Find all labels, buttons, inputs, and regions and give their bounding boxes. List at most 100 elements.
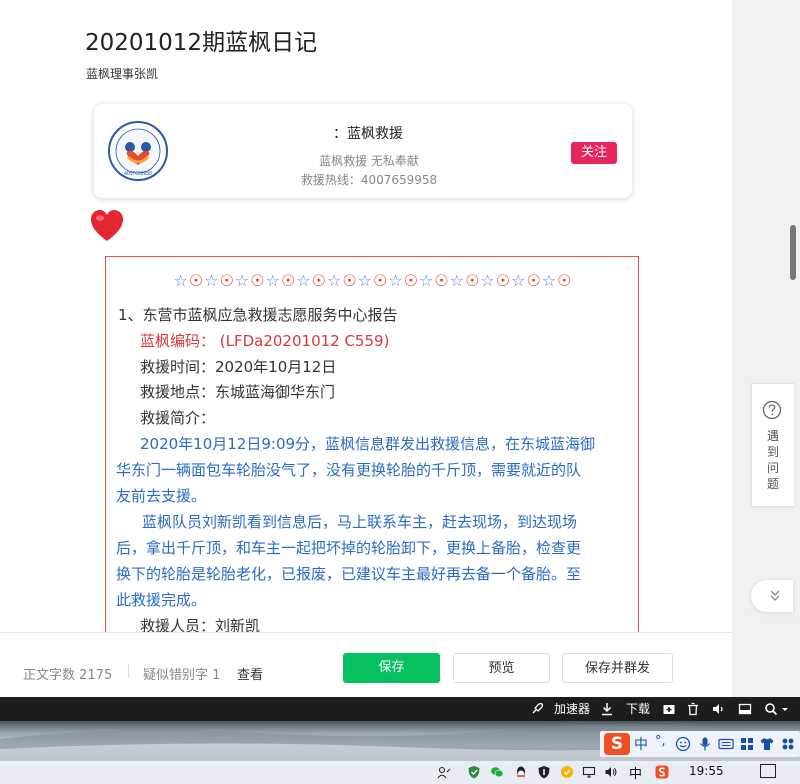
circle-glyph: ☉ xyxy=(311,271,327,290)
skin-shirt-icon[interactable] xyxy=(759,736,775,752)
window-icon[interactable] xyxy=(738,702,752,716)
star-glyph: ☆ xyxy=(511,271,527,290)
scrollbar-thumb[interactable] xyxy=(790,225,796,280)
star-glyph: ☆ xyxy=(296,271,312,290)
report-time: 救援时间：2020年10月12日 xyxy=(140,358,337,376)
report-paragraph-2-line-3: 换下的轮胎是轮胎老化，已报废，已建议车主最好再去备一个备胎。至 xyxy=(116,565,582,583)
collapse-button[interactable] xyxy=(751,580,793,612)
circle-glyph: ☉ xyxy=(465,271,481,290)
wechat-icon[interactable] xyxy=(490,765,504,779)
circle-glyph: ☉ xyxy=(280,271,297,290)
report-paragraph-1-line-2: 华东门一辆面包车轮胎没气了，没有更换轮胎的千斤顶，需要就近的队 xyxy=(116,461,582,479)
input-language-indicator[interactable]: 中 xyxy=(629,763,642,782)
heart-icon xyxy=(91,210,123,241)
star-glyph: ☆ xyxy=(357,271,373,290)
circle-glyph: ☉ xyxy=(526,271,542,290)
circle-glyph: ☉ xyxy=(250,271,266,290)
security-icon[interactable] xyxy=(537,765,551,779)
star-glyph: ☆ xyxy=(419,271,435,290)
star-glyph: ☆ xyxy=(204,271,220,290)
view-typos-link[interactable]: 查看 xyxy=(237,664,263,683)
star-glyph: ☆ xyxy=(388,271,404,290)
report-paragraph-2-line-4: 此救援完成。 xyxy=(116,591,207,609)
ime-punctuation[interactable]: °, xyxy=(655,734,666,749)
question-circle-icon xyxy=(762,400,782,420)
circle-glyph: ☉ xyxy=(403,271,420,290)
word-count: 正文字数 2175 xyxy=(23,668,113,683)
report-paragraph-2-line-2: 后，拿出千斤顶，和车主一起把坏掉的轮胎卸下，更换上备胎，检查更 xyxy=(116,539,582,557)
article-author[interactable]: 蓝枫理事张凯 xyxy=(86,65,158,82)
editor-area[interactable]: 20201012期蓝枫日记 蓝枫理事张凯 4007659958 ：蓝枫救援 蓝枫… xyxy=(0,0,732,632)
first-aid-icon[interactable] xyxy=(662,702,676,716)
circle-glyph: ☉ xyxy=(434,271,450,290)
follow-button[interactable]: 关注 xyxy=(571,142,617,164)
people-icon[interactable] xyxy=(437,765,451,779)
download-button[interactable]: 下载 xyxy=(624,697,652,721)
report-intro-label: 救援简介： xyxy=(140,409,216,427)
divider xyxy=(128,664,129,678)
sogou-logo[interactable]: S xyxy=(604,733,630,755)
search-icon[interactable] xyxy=(764,702,778,716)
account-logo: 4007659958 xyxy=(108,121,168,181)
star-glyph: ☆ xyxy=(541,271,558,290)
sogou-tray-icon[interactable] xyxy=(655,765,669,779)
star-glyph: ☆ xyxy=(480,271,496,290)
star-glyph: ☆ xyxy=(173,271,189,290)
save-button[interactable]: 保存 xyxy=(343,653,440,683)
volume-icon[interactable] xyxy=(711,702,725,716)
notification-icon[interactable] xyxy=(760,764,776,778)
circle-glyph: ☉ xyxy=(557,271,573,290)
rocket-icon[interactable] xyxy=(530,702,544,716)
taskbar-clock[interactable]: 19:55 xyxy=(689,764,724,778)
circle-glyph: ☉ xyxy=(373,271,389,290)
account-hotline: 救援热线：4007659958 xyxy=(300,173,438,187)
ime-toolbar: S 中 °, xyxy=(600,731,800,757)
star-glyph: ☆ xyxy=(234,271,251,290)
account-card: 4007659958 ：蓝枫救援 蓝枫救援 无私奉献 救援热线：40076599… xyxy=(94,104,632,198)
preview-button[interactable]: 预览 xyxy=(453,653,550,683)
account-name: ：蓝枫救援 xyxy=(333,126,403,142)
star-glyph: ☆ xyxy=(326,271,343,290)
report-code: 蓝枫编码： (LFDa20201012 C559) xyxy=(140,332,390,350)
report-paragraph-2-line-1: 蓝枫队员刘新凯看到信息后，马上联系车主，赶去现场，到达现场 xyxy=(142,513,578,531)
help-label: 遇到问题 xyxy=(766,429,779,491)
smile-icon[interactable] xyxy=(675,736,691,752)
circle-glyph: ☉ xyxy=(188,271,205,290)
page: 20201012期蓝枫日记 蓝枫理事张凯 4007659958 ：蓝枫救援 蓝枫… xyxy=(0,0,800,784)
typo-count: 疑似错别字 1 xyxy=(143,668,221,683)
star-glyph: ☆ xyxy=(449,271,466,290)
account-slogan: 蓝枫救援 无私奉献 xyxy=(319,154,419,168)
report-box[interactable]: ☆☉☆☉☆☉☆☉☆☉☆☉☆☉☆☉☆☉☆☉☆☉☆☉☆☉ 1、东营市蓝枫应急救援志愿… xyxy=(105,256,639,632)
bottom-bar: 正文字数 2175 疑似错别字 1 查看 保存 预览 保存并群发 xyxy=(0,632,732,698)
accelerator-button[interactable]: 加速器 xyxy=(553,697,591,721)
report-place: 救援地点：东城蓝海御华东门 xyxy=(140,383,336,401)
chevron-down-icon[interactable] xyxy=(781,702,789,716)
chevron-double-down-icon xyxy=(770,590,780,601)
help-button[interactable]: 遇到问题 xyxy=(751,383,794,507)
circle-glyph: ☉ xyxy=(219,271,235,290)
article-title[interactable]: 20201012期蓝枫日记 xyxy=(85,23,317,57)
report-rescuers: 救援人员：刘新凯 xyxy=(140,617,261,632)
network-icon[interactable] xyxy=(582,765,596,779)
browser-toolbar: 加速器 下载 xyxy=(0,697,800,721)
circle-glyph: ☉ xyxy=(495,271,512,290)
speaker-icon[interactable] xyxy=(604,765,618,779)
microphone-icon[interactable] xyxy=(697,736,713,752)
menu-tools-icon[interactable] xyxy=(780,736,796,752)
taskbar: 中 19:55 xyxy=(0,761,800,784)
shield-icon[interactable] xyxy=(467,765,481,779)
keyboard-icon[interactable] xyxy=(718,736,734,752)
download-icon[interactable] xyxy=(600,702,614,716)
star-glyph: ☆ xyxy=(265,271,281,290)
account-logo-number: 4007659958 xyxy=(124,171,152,177)
circle-glyph: ☉ xyxy=(342,271,358,290)
report-paragraph-1-line-1: 2020年10月12日9:09分，蓝枫信息群发出救援信息，在东城蓝海御 xyxy=(140,435,596,453)
apps-grid-icon[interactable] xyxy=(739,736,755,752)
ime-mode[interactable]: 中 xyxy=(634,734,648,754)
report-heading: 1、东营市蓝枫应急救援志愿服务中心报告 xyxy=(118,306,398,324)
status-icon[interactable] xyxy=(560,765,574,779)
qq-icon[interactable] xyxy=(514,765,528,779)
report-paragraph-1-line-3: 友前去支援。 xyxy=(116,487,207,505)
trash-icon[interactable] xyxy=(686,702,700,716)
save-and-mass-send-button[interactable]: 保存并群发 xyxy=(562,653,673,683)
